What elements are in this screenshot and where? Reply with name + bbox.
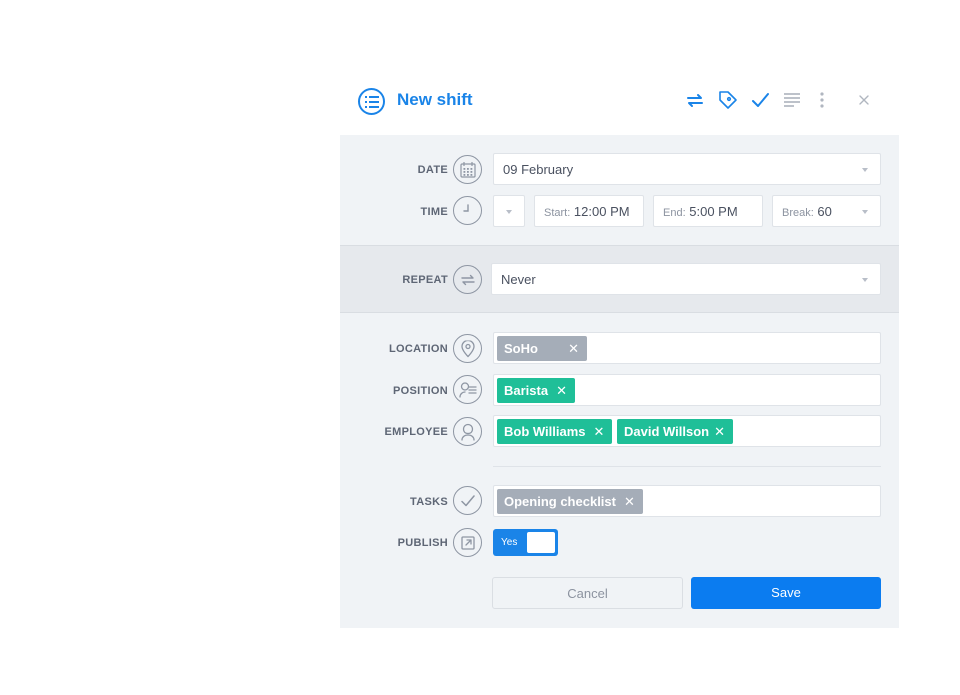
position-label: POSITION	[393, 385, 448, 397]
tag-icon[interactable]	[718, 90, 740, 112]
location-field[interactable]: SoHo ✕	[493, 332, 881, 364]
clock-icon	[453, 196, 482, 225]
publish-label: PUBLISH	[397, 537, 448, 549]
publish-toggle-text: Yes	[501, 537, 518, 548]
position-tag-label: Barista	[504, 383, 549, 398]
dialog-title: New shift	[397, 90, 473, 109]
position-tag: Barista ✕	[497, 378, 575, 403]
time-label: TIME	[420, 206, 448, 218]
cancel-button[interactable]: Cancel	[492, 577, 683, 609]
employee-tag-label: Bob Williams	[504, 424, 586, 439]
list-circle-icon	[358, 88, 385, 115]
repeat-icon	[453, 265, 482, 294]
repeat-label: REPEAT	[402, 274, 448, 286]
date-select[interactable]: 09 February	[493, 153, 881, 185]
start-value: 12:00 PM	[573, 204, 630, 219]
toggle-knob	[527, 532, 555, 553]
repeat-icon[interactable]	[685, 90, 707, 112]
tasks-label: TASKS	[410, 496, 448, 508]
repeat-select[interactable]: Never	[491, 263, 881, 295]
tag-remove-icon[interactable]: ✕	[714, 424, 725, 439]
task-tag: Opening checklist ✕	[497, 489, 643, 514]
more-vertical-icon[interactable]	[812, 90, 834, 112]
location-tag-label: SoHo	[504, 341, 538, 356]
section-divider	[493, 466, 881, 467]
chevron-down-icon	[862, 278, 868, 282]
date-label: DATE	[417, 164, 448, 176]
close-icon[interactable]	[854, 90, 876, 112]
employee-tag: David Willson ✕	[617, 419, 734, 444]
check-icon[interactable]	[750, 90, 772, 112]
location-tag: SoHo ✕	[497, 336, 587, 361]
dialog-header: New shift	[340, 68, 899, 135]
save-button[interactable]: Save	[691, 577, 881, 609]
employee-field[interactable]: Bob Williams ✕ David Willson ✕	[493, 415, 881, 447]
employee-tag-label: David Willson	[624, 424, 710, 439]
tag-remove-icon[interactable]: ✕	[594, 424, 605, 439]
break-value: 60	[817, 204, 832, 219]
chevron-down-icon	[506, 210, 512, 214]
break-select[interactable]: Break: 60	[772, 195, 881, 227]
employee-tag: Bob Williams ✕	[497, 419, 613, 444]
tag-remove-icon[interactable]: ✕	[624, 494, 635, 509]
repeat-value: Never	[501, 272, 536, 287]
tag-remove-icon[interactable]: ✕	[568, 341, 579, 357]
new-shift-dialog: New shift DATE 09 February TIME Start: 1…	[340, 68, 899, 628]
chevron-down-icon	[862, 168, 868, 172]
break-label: Break:	[782, 207, 814, 219]
end-value: 5:00 PM	[689, 204, 738, 219]
end-time-input[interactable]: End: 5:00 PM	[653, 195, 763, 227]
date-value: 09 February	[503, 162, 574, 177]
task-tag-label: Opening checklist	[504, 494, 616, 509]
end-label: End:	[663, 207, 686, 219]
start-label: Start:	[544, 207, 571, 219]
tasks-field[interactable]: Opening checklist ✕	[493, 485, 881, 517]
external-link-icon	[453, 528, 482, 557]
map-pin-icon	[453, 334, 482, 363]
tag-remove-icon[interactable]: ✕	[556, 383, 567, 398]
calendar-icon	[453, 155, 482, 184]
time-preset-select[interactable]	[493, 195, 525, 227]
start-time-input[interactable]: Start: 12:00 PM	[534, 195, 644, 227]
check-circle-icon	[453, 486, 482, 515]
publish-toggle[interactable]: Yes	[493, 529, 558, 556]
chevron-down-icon	[862, 210, 868, 214]
position-field[interactable]: Barista ✕	[493, 374, 881, 406]
notes-icon[interactable]	[782, 90, 804, 112]
location-label: LOCATION	[388, 343, 448, 355]
position-icon	[453, 375, 482, 404]
user-icon	[453, 417, 482, 446]
employee-label: EMPLOYEE	[384, 426, 448, 438]
